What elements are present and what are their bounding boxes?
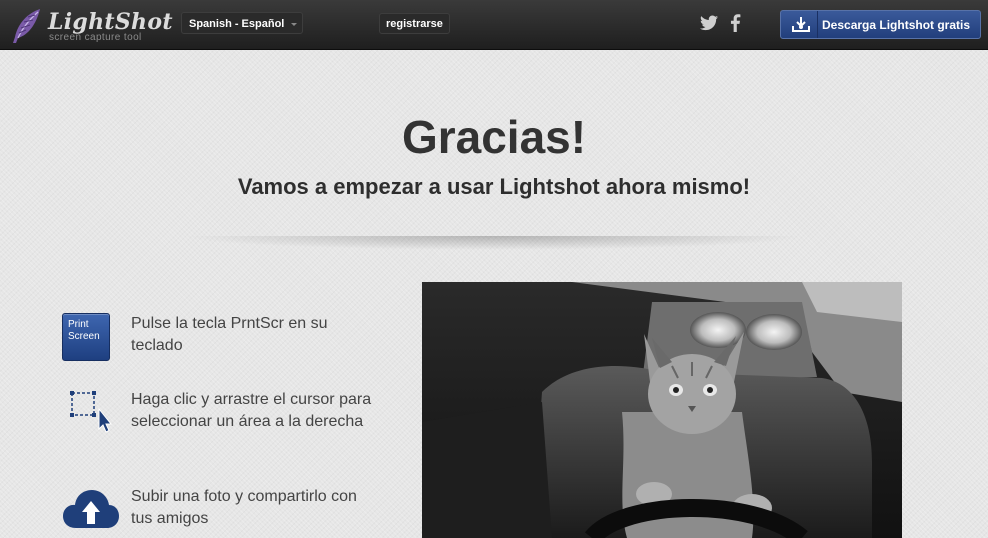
download-icon xyxy=(792,17,810,32)
key-label-print: Print xyxy=(68,319,89,330)
cat-photo xyxy=(422,282,902,538)
download-button-label: Descarga Lightshot gratis xyxy=(822,18,971,32)
twitter-icon[interactable] xyxy=(700,15,718,31)
language-select[interactable]: Spanish - Español xyxy=(181,12,304,34)
page-title: Gracias! xyxy=(401,111,587,163)
cat-driving-image xyxy=(422,282,902,538)
divider xyxy=(817,11,818,38)
page-subtitle: Vamos a empezar a usar Lightshot ahora m… xyxy=(237,174,751,199)
key-label-screen: Screen xyxy=(68,331,100,342)
step-text: Subir una foto y compartirlo con tus ami… xyxy=(131,488,357,527)
logo-tagline: screen capture tool xyxy=(49,32,142,43)
step-text: Haga clic y arrastre el cursor para sele… xyxy=(131,391,372,430)
download-button[interactable]: Descarga Lightshot gratis xyxy=(780,10,981,39)
divider-shadow xyxy=(180,236,808,250)
register-button[interactable]: registrarse xyxy=(379,13,450,34)
step-text: Pulse la tecla PrntScr en su teclado xyxy=(131,315,328,354)
feather-icon xyxy=(13,9,40,43)
selection-cursor-icon xyxy=(70,391,113,433)
chevron-down-icon xyxy=(291,23,298,26)
lightshot-logo[interactable]: LightShot screen capture tool xyxy=(10,5,172,45)
cloud-upload-icon xyxy=(63,490,119,528)
language-label: Spanish - Español xyxy=(189,18,285,30)
top-bar: LightShot screen capture tool Spanish - … xyxy=(0,0,988,50)
print-screen-key-icon: Print Screen xyxy=(62,313,110,361)
facebook-icon[interactable] xyxy=(729,14,741,32)
